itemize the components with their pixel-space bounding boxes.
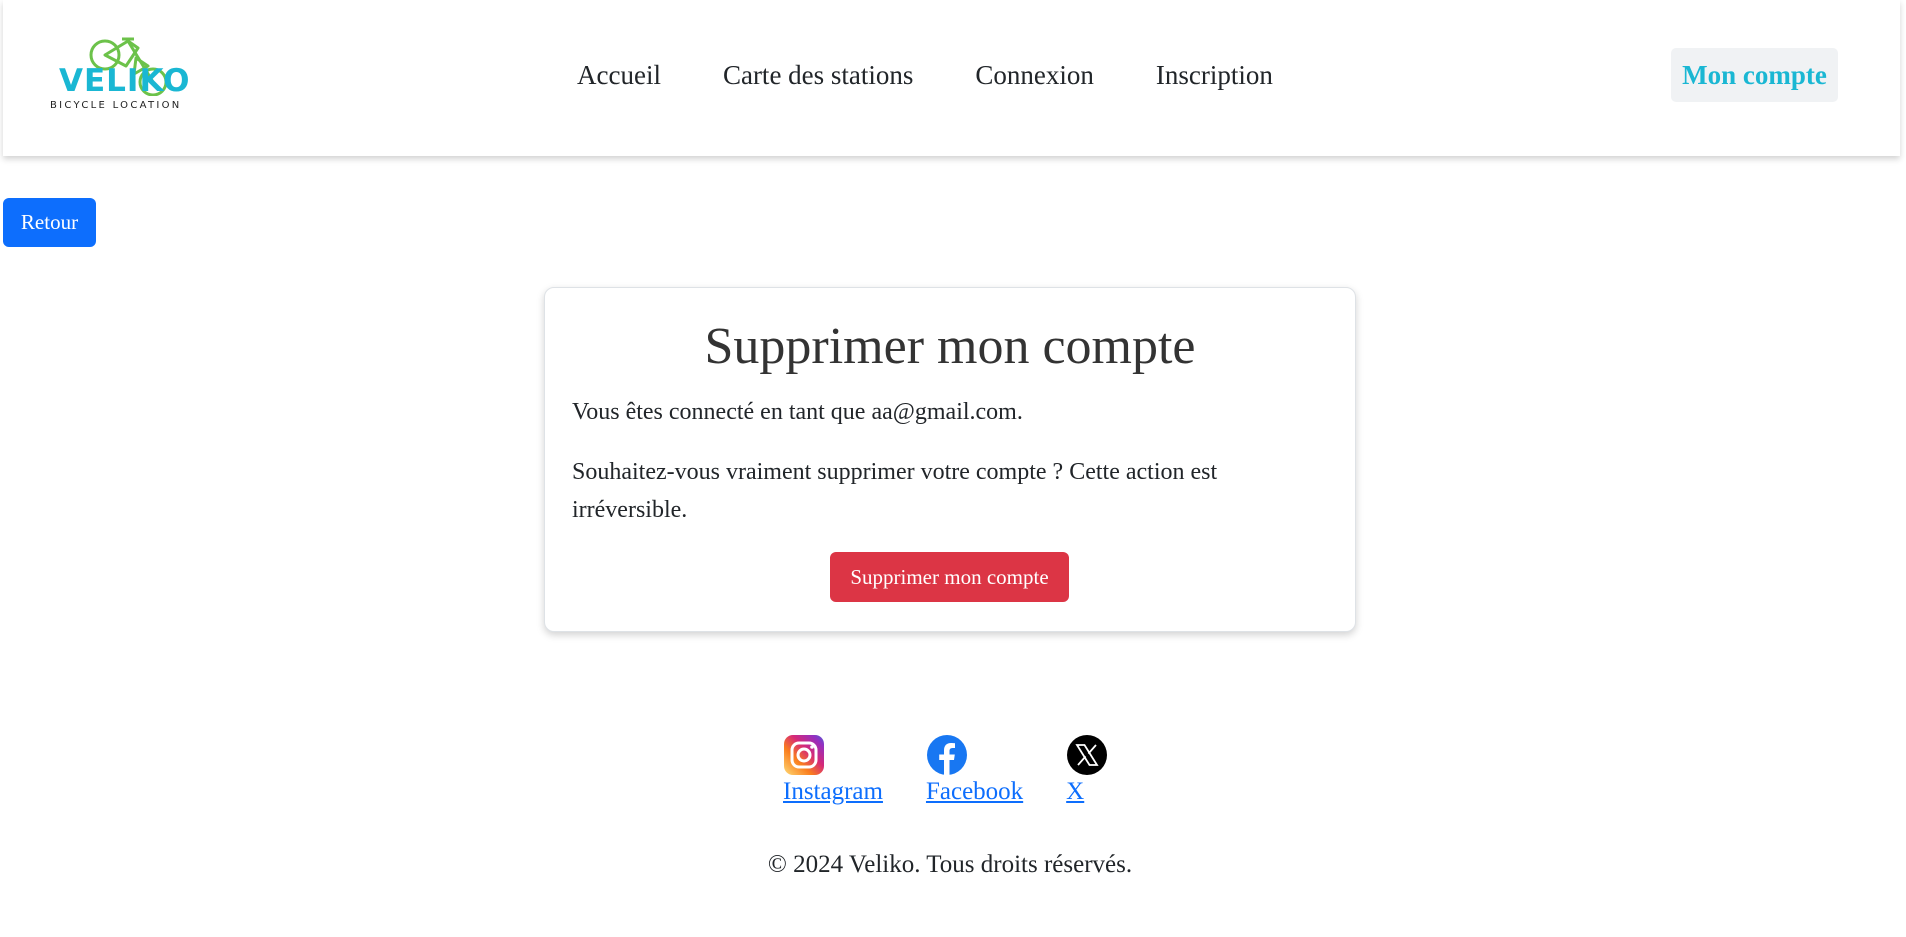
- back-button[interactable]: Retour: [3, 198, 96, 247]
- nav-item-accueil[interactable]: Accueil: [577, 56, 661, 94]
- delete-account-card: Supprimer mon compte Vous êtes connecté …: [544, 287, 1356, 632]
- delete-account-button[interactable]: Supprimer mon compte: [830, 552, 1069, 602]
- social-facebook[interactable]: Facebook: [926, 734, 1023, 806]
- veliko-logo[interactable]: VELIKO BICYCLE LOCATION: [48, 36, 198, 116]
- social-x[interactable]: X: [1066, 734, 1108, 806]
- copyright-text: © 2024 Veliko. Tous droits réservés.: [767, 851, 1133, 878]
- facebook-link[interactable]: Facebook: [926, 778, 1023, 806]
- my-account-button[interactable]: Mon compte: [1671, 48, 1838, 102]
- instagram-link[interactable]: Instagram: [783, 778, 883, 806]
- x-icon[interactable]: [1066, 734, 1108, 776]
- site-header: VELIKO BICYCLE LOCATION Accueil Carte de…: [3, 0, 1900, 156]
- nav-item-inscription[interactable]: Inscription: [1156, 56, 1273, 94]
- x-link[interactable]: X: [1066, 778, 1084, 806]
- nav-item-connexion[interactable]: Connexion: [975, 56, 1094, 94]
- nav-item-carte-des-stations[interactable]: Carte des stations: [723, 56, 913, 94]
- social-links: Instagram Facebook X: [783, 734, 1108, 806]
- facebook-icon[interactable]: [926, 734, 968, 776]
- logo-wordmark: VELIKO: [59, 63, 191, 99]
- logged-in-text: Vous êtes connecté en tant que aa@gmail.…: [572, 399, 1023, 425]
- confirmation-text: Souhaitez-vous vraiment supprimer votre …: [572, 459, 1218, 524]
- page-title: Supprimer mon compte: [704, 318, 1196, 375]
- social-instagram[interactable]: Instagram: [783, 734, 883, 806]
- logo-tagline: BICYCLE LOCATION: [50, 100, 182, 111]
- instagram-icon[interactable]: [783, 734, 825, 776]
- main-nav: Accueil Carte des stations Connexion Ins…: [577, 56, 1335, 94]
